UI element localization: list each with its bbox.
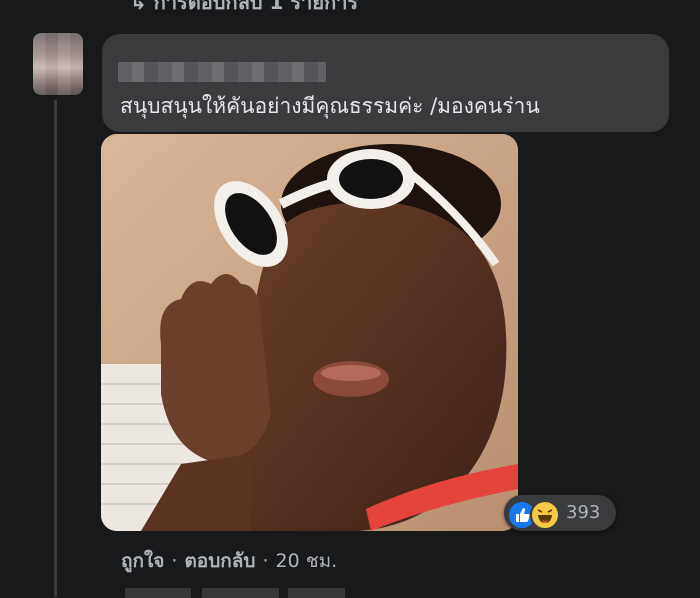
commenter-name-blurred[interactable]: [118, 62, 326, 82]
view-replies-link[interactable]: ↳ การตอบกลับ 1 รายการ: [130, 0, 358, 18]
comment-actions: ถูกใจ · ตอบกลับ · 20 ชม.: [121, 546, 337, 576]
timestamp[interactable]: 20 ชม.: [276, 550, 338, 572]
separator: ·: [171, 550, 178, 572]
comment-bubble: สนุบสนุนให้คันอย่างมีคุณธรรมค่ะ /มองคนร่…: [102, 34, 669, 132]
avatar[interactable]: [33, 33, 83, 95]
reactions-summary[interactable]: 393: [504, 495, 616, 531]
comment-photo[interactable]: [101, 134, 518, 531]
like-action[interactable]: ถูกใจ: [121, 550, 164, 572]
reaction-count: 393: [566, 502, 601, 523]
comment-text: สนุบสนุนให้คันอย่างมีคุณธรรมค่ะ /มองคนร่…: [120, 94, 540, 118]
thread-line: [54, 100, 57, 597]
haha-icon: [530, 500, 560, 530]
separator: ·: [262, 550, 269, 572]
reply-action[interactable]: ตอบกลับ: [184, 550, 255, 572]
